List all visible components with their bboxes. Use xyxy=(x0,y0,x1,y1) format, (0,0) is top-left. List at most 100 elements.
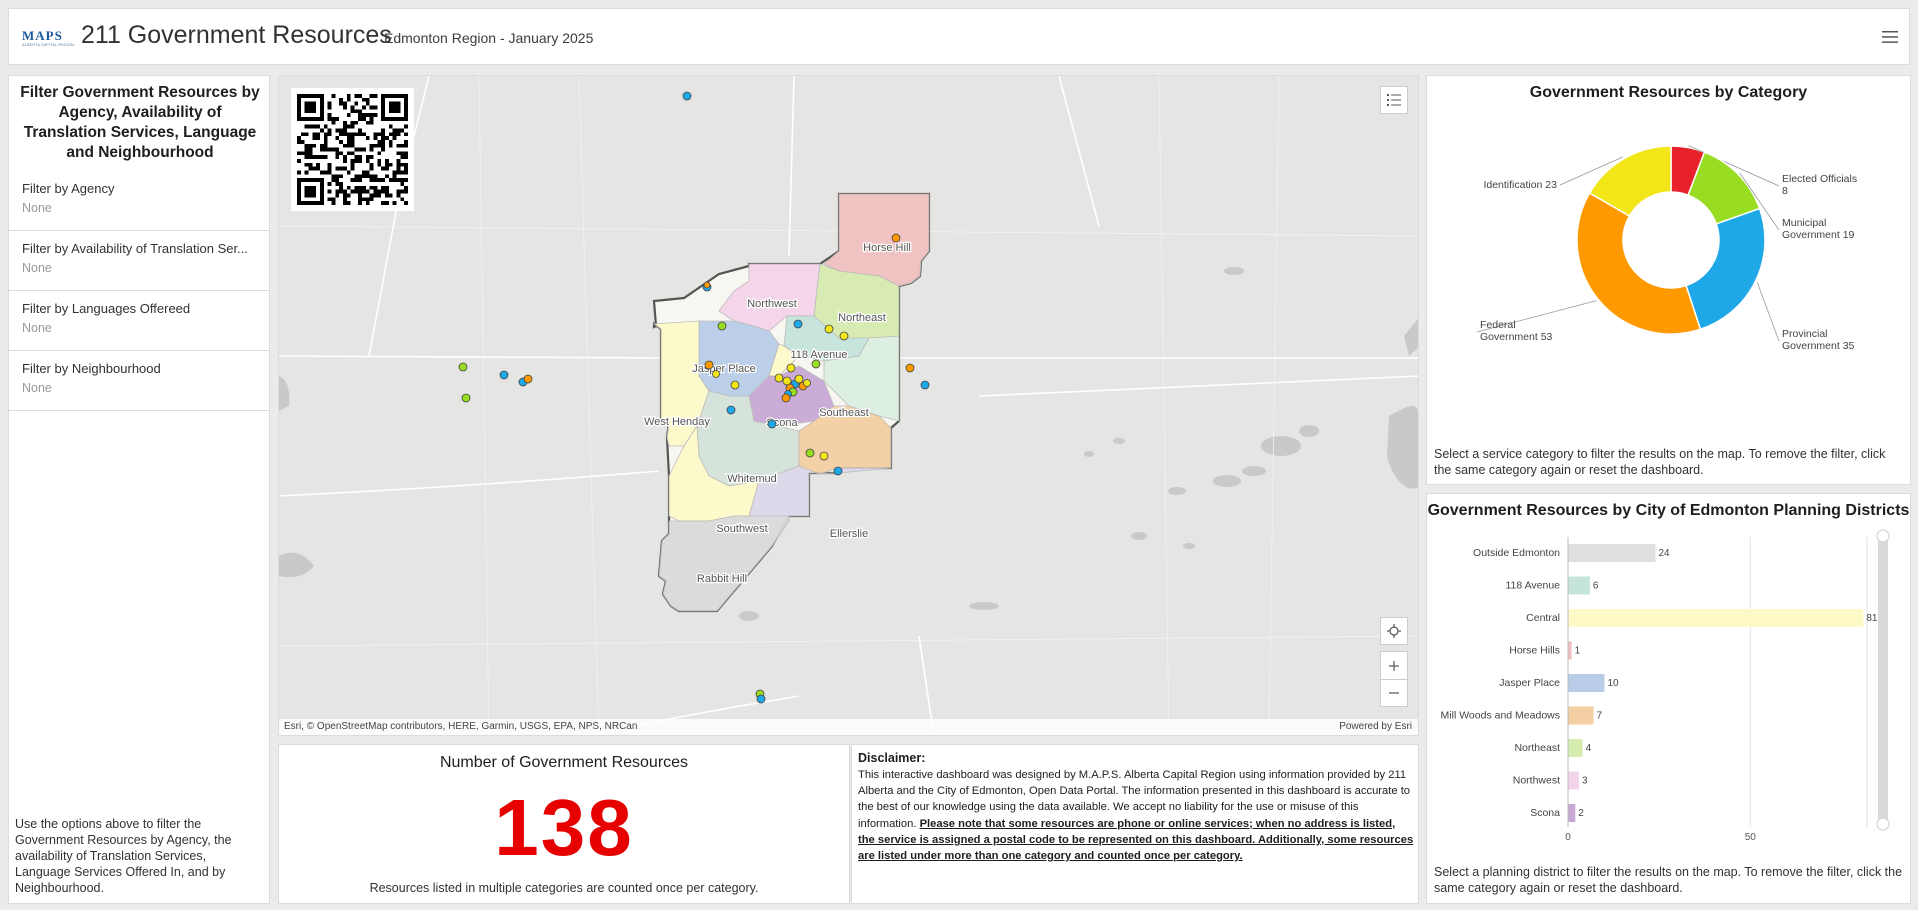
filter-languages[interactable]: Filter by Languages Offereed None xyxy=(9,291,269,351)
filter-heading: Filter Government Resources by Agency, A… xyxy=(20,84,260,161)
scrollbar-handle-bottom[interactable] xyxy=(1876,817,1890,831)
qr-code-pattern xyxy=(297,94,408,205)
category-label: Northeast xyxy=(1514,742,1560,754)
category-label: Mill Woods and Meadows xyxy=(1441,710,1560,722)
label-jasper-place: Jasper Place xyxy=(692,363,756,375)
count-value: 138 xyxy=(494,783,634,872)
label-118-avenue: 118 Avenue xyxy=(790,349,847,361)
count-note: Resources listed in multiple categories … xyxy=(369,881,759,895)
label-horse-hill: Horse Hill xyxy=(863,242,911,254)
bar-horse-hills[interactable] xyxy=(1568,641,1572,660)
category-chart-panel: Government Resources by Category Elected… xyxy=(1426,75,1911,485)
resource-point xyxy=(833,466,843,476)
category-label: Horse Hills xyxy=(1509,645,1560,657)
category-donut-chart[interactable]: Elected Officials 8 Municipal Government 19… xyxy=(1427,116,1912,436)
zoom-out-button[interactable] xyxy=(1380,679,1408,707)
bar-value-label: 6 xyxy=(1593,581,1599,592)
filter-value: None xyxy=(22,381,52,395)
hamburger-menu-icon[interactable] xyxy=(1881,29,1899,45)
category-label: Scona xyxy=(1530,807,1560,819)
resource-point xyxy=(523,374,533,384)
filter-help-text: Use the options above to filter the Gove… xyxy=(15,817,232,895)
category-label: 118 Avenue xyxy=(1506,580,1561,592)
bar-mill-woods-and-meadows[interactable] xyxy=(1568,706,1594,725)
resource-point xyxy=(726,405,736,415)
label-southwest: Southwest xyxy=(716,523,767,535)
resource-point xyxy=(920,380,930,390)
bar-jasper-place[interactable] xyxy=(1568,674,1605,692)
filter-label: Filter by Availability of Translation Se… xyxy=(22,241,248,256)
scrollbar-handle-top[interactable] xyxy=(1876,529,1890,543)
zoom-in-icon xyxy=(1389,660,1399,671)
locate-icon xyxy=(1387,624,1401,638)
filter-value: None xyxy=(22,261,52,275)
pie-slice-provincial-government[interactable] xyxy=(1685,207,1766,331)
pie-label: Identification 23 xyxy=(1483,179,1557,191)
filter-label: Filter by Languages Offereed xyxy=(22,301,191,316)
filter-panel: Filter Government Resources by Agency, A… xyxy=(8,75,270,904)
pie-label: Municipal Government 19 xyxy=(1782,217,1855,241)
qr-code xyxy=(291,88,414,211)
bar-northeast[interactable] xyxy=(1568,739,1583,757)
category-label: Outside Edmonton xyxy=(1473,547,1560,559)
label-ellerslie: Ellerslie xyxy=(830,528,869,540)
bar-northwest[interactable] xyxy=(1568,771,1579,790)
legend-button[interactable] xyxy=(1380,86,1408,114)
resource-point xyxy=(730,380,740,390)
district-bar-chart[interactable]: 0 50Outside Edmonton 24118 Avenue 6Central 8… xyxy=(1427,529,1912,849)
pie-slice-federal-government[interactable] xyxy=(1576,191,1702,335)
resource-point xyxy=(786,363,796,373)
resource-point xyxy=(704,360,714,370)
resource-point xyxy=(805,448,815,458)
label-northeast: Northeast xyxy=(838,312,886,324)
resource-point xyxy=(767,419,777,429)
bar-chart-title: Government Resources by City of Edmonton… xyxy=(1427,502,1910,519)
disclaimer-title: Disclaimer: xyxy=(858,751,926,765)
bar-outside-edmonton[interactable] xyxy=(1568,544,1656,562)
bar-value-label: 24 xyxy=(1659,548,1671,559)
resource-point xyxy=(793,319,803,329)
filter-label: Filter by Neighbourhood xyxy=(22,361,161,376)
filter-translation-services[interactable]: Filter by Availability of Translation Se… xyxy=(9,231,269,291)
bar-central[interactable] xyxy=(1568,609,1864,627)
map-attribution: Esri, © OpenStreetMap contributors, HERE… xyxy=(279,719,1418,735)
filter-value: None xyxy=(22,321,52,335)
disclaimer-panel: Disclaimer: This interactive dashboard w… xyxy=(851,744,1419,904)
filter-agency[interactable]: Filter by Agency None xyxy=(9,171,269,231)
category-label: Jasper Place xyxy=(1499,677,1560,689)
maps-logo: MAPS ALBERTA CAPITAL REGION xyxy=(22,28,74,47)
resource-point xyxy=(499,370,509,380)
category-label: Central xyxy=(1526,612,1560,624)
resource-point xyxy=(803,379,811,387)
label-whitemud: Whitemud xyxy=(727,473,777,485)
resource-point xyxy=(781,393,791,403)
disclaimer-body: This interactive dashboard was designed … xyxy=(858,767,1414,864)
label-northwest: Northwest xyxy=(747,298,797,310)
x-tick-label: 0 xyxy=(1565,832,1571,843)
resource-point xyxy=(824,324,834,334)
zoom-in-button[interactable] xyxy=(1380,651,1408,679)
filter-neighbourhood[interactable]: Filter by Neighbourhood None xyxy=(9,351,269,411)
resource-point xyxy=(682,91,692,101)
resource-point xyxy=(811,359,821,369)
category-label: Northwest xyxy=(1513,775,1560,787)
chart-scrollbar-track[interactable] xyxy=(1878,531,1888,829)
bar-value-label: 2 xyxy=(1578,808,1584,819)
label-rabbit-hill: Rabbit Hill xyxy=(697,573,747,585)
app-subtitle: Edmonton Region - January 2025 xyxy=(384,30,594,46)
filter-label: Filter by Agency xyxy=(22,181,115,196)
resource-point xyxy=(839,331,849,341)
bar-118-avenue[interactable] xyxy=(1568,576,1590,595)
locate-button[interactable] xyxy=(1380,617,1408,645)
bar-value-label: 1 xyxy=(1575,646,1581,657)
label-southeast: Southeast xyxy=(819,407,869,419)
basemap[interactable]: Horse Hill Northwest Northeast 118 Avenu… xyxy=(279,76,1419,736)
resource-point xyxy=(905,363,915,373)
resource-point xyxy=(717,321,727,331)
bar-scona[interactable] xyxy=(1568,804,1576,822)
powered-by-esri[interactable]: Powered by Esri xyxy=(1339,719,1412,735)
pie-label: Provincial Government 35 xyxy=(1782,328,1855,352)
resource-count-panel: Number of Government Resources 138 Resou… xyxy=(278,744,850,904)
map-view[interactable]: Horse Hill Northwest Northeast 118 Avenu… xyxy=(278,75,1419,736)
bar-value-label: 81 xyxy=(1866,613,1878,624)
